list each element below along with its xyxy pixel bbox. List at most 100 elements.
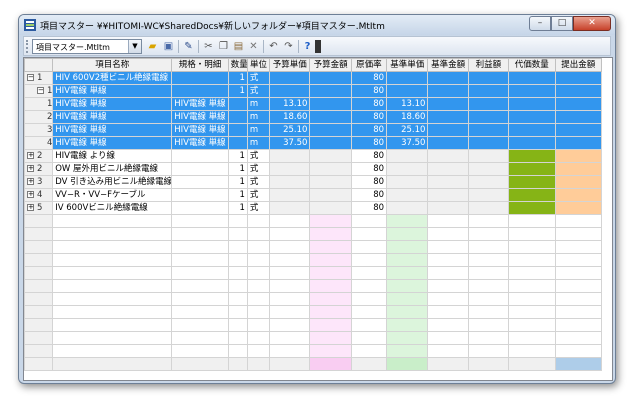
- cell-name[interactable]: [52, 214, 173, 228]
- cell-spec[interactable]: HIV電線 単線: [171, 97, 229, 111]
- cell-genka[interactable]: 80: [350, 110, 388, 124]
- cell-genka[interactable]: 80: [350, 84, 388, 98]
- row-header[interactable]: [24, 227, 54, 241]
- row-header[interactable]: [24, 266, 54, 280]
- cell-genka[interactable]: 80: [350, 149, 388, 163]
- cell-spec[interactable]: [171, 71, 229, 85]
- cell-name[interactable]: VV−R・VV−Fケーブル: [52, 188, 173, 202]
- cell-spec[interactable]: [171, 188, 229, 202]
- cell-kijun-tanka[interactable]: [386, 84, 429, 98]
- cell-rieki[interactable]: [467, 71, 510, 85]
- cell-teishutsu[interactable]: [554, 136, 602, 150]
- cell-teishutsu[interactable]: [554, 123, 602, 137]
- cell-yosan-tanka[interactable]: [269, 214, 311, 228]
- cell-daika[interactable]: [508, 227, 556, 241]
- cell-unit[interactable]: m: [246, 136, 271, 150]
- cell-yosan-tanka[interactable]: [269, 162, 311, 176]
- expand-icon[interactable]: +: [27, 178, 34, 185]
- cell-yosan-tanka[interactable]: [269, 175, 311, 189]
- cell-rieki[interactable]: [467, 331, 510, 345]
- cell-rieki[interactable]: [467, 240, 510, 254]
- expand-icon[interactable]: +: [27, 152, 34, 159]
- cell-unit[interactable]: [246, 240, 271, 254]
- cell-yosan-tanka[interactable]: [269, 240, 311, 254]
- cell-yosan-kingaku[interactable]: [309, 110, 352, 124]
- cell-daika[interactable]: [508, 344, 556, 358]
- cell-qty[interactable]: [227, 214, 248, 228]
- cell-yosan-tanka[interactable]: 13.10: [269, 97, 311, 111]
- cell-kijun-kingaku[interactable]: [427, 227, 469, 241]
- cell-yosan-kingaku[interactable]: [309, 266, 352, 280]
- close-button[interactable]: ✕: [573, 16, 611, 31]
- cell-yosan-kingaku[interactable]: [309, 136, 352, 150]
- row-header[interactable]: [24, 240, 54, 254]
- cell-name[interactable]: HIV電線 単線: [52, 136, 173, 150]
- redo-icon[interactable]: ↷: [282, 40, 295, 53]
- cell-qty[interactable]: [227, 97, 248, 111]
- cell-yosan-tanka[interactable]: [269, 331, 311, 345]
- cell-teishutsu[interactable]: [554, 318, 602, 332]
- row-header[interactable]: +3: [24, 175, 54, 189]
- cell-teishutsu[interactable]: [554, 110, 602, 124]
- col-header-qty[interactable]: 数量: [227, 58, 248, 72]
- cell-teishutsu[interactable]: [554, 305, 602, 319]
- cell-rieki[interactable]: [467, 162, 510, 176]
- cell-unit[interactable]: 式: [246, 188, 271, 202]
- cell-yosan-kingaku[interactable]: [309, 214, 352, 228]
- cell-rieki[interactable]: [467, 253, 510, 267]
- cell-yosan-kingaku[interactable]: [309, 149, 352, 163]
- col-header-yosan-kingaku[interactable]: 予算金額: [309, 58, 352, 72]
- cell-rieki[interactable]: [467, 214, 510, 228]
- empty-row[interactable]: [24, 331, 602, 345]
- save-icon[interactable]: ▣: [162, 40, 175, 53]
- col-header-teishutsu[interactable]: 提出金額: [554, 58, 602, 72]
- cell-unit[interactable]: [246, 305, 271, 319]
- row-header[interactable]: +2: [24, 149, 54, 163]
- cell-kijun-tanka[interactable]: [386, 305, 429, 319]
- cell-genka[interactable]: [350, 279, 388, 293]
- cell-spec[interactable]: [171, 214, 229, 228]
- cell-teishutsu[interactable]: [554, 84, 602, 98]
- cell-kijun-kingaku[interactable]: [427, 253, 469, 267]
- cell-yosan-kingaku[interactable]: [309, 240, 352, 254]
- cell-kijun-kingaku[interactable]: [427, 84, 469, 98]
- row-header[interactable]: [24, 344, 54, 358]
- cell-kijun-tanka[interactable]: [386, 162, 429, 176]
- cell-rieki[interactable]: [467, 201, 510, 215]
- cell-kijun-kingaku[interactable]: [427, 110, 469, 124]
- cell-daika[interactable]: [508, 97, 556, 111]
- cell-unit[interactable]: [246, 331, 271, 345]
- cell-genka[interactable]: [350, 331, 388, 345]
- cell-kijun-tanka[interactable]: [386, 331, 429, 345]
- cell-unit[interactable]: [246, 266, 271, 280]
- cell-genka[interactable]: 80: [350, 71, 388, 85]
- cell-unit[interactable]: m: [246, 110, 271, 124]
- empty-row[interactable]: [24, 305, 602, 319]
- cell-unit[interactable]: 式: [246, 149, 271, 163]
- table-row[interactable]: 3 HIV電線 単線 HIV電線 単線 m 25.10 80 25.10: [24, 123, 602, 137]
- cell-spec[interactable]: HIV電線 単線: [171, 110, 229, 124]
- cell-yosan-kingaku[interactable]: [309, 331, 352, 345]
- cell-yosan-kingaku[interactable]: [309, 162, 352, 176]
- cell-genka[interactable]: [350, 214, 388, 228]
- empty-row[interactable]: [24, 344, 602, 358]
- empty-row[interactable]: [24, 253, 602, 267]
- cell-name[interactable]: HIV電線 単線: [52, 84, 173, 98]
- cell-spec[interactable]: [171, 162, 229, 176]
- cell-name[interactable]: HIV 600V2種ビニル絶縁電線: [52, 71, 173, 85]
- cell-genka[interactable]: [350, 227, 388, 241]
- cell-kijun-kingaku[interactable]: [427, 188, 469, 202]
- copy-icon[interactable]: ❐: [217, 40, 230, 53]
- cell-qty[interactable]: 1: [227, 188, 248, 202]
- cell-rieki[interactable]: [467, 149, 510, 163]
- cell-teishutsu[interactable]: [554, 344, 602, 358]
- cell-spec[interactable]: [171, 292, 229, 306]
- cell-yosan-kingaku[interactable]: [309, 227, 352, 241]
- cell-kijun-tanka[interactable]: 37.50: [386, 136, 429, 150]
- cell-kijun-tanka[interactable]: [386, 71, 429, 85]
- cell-teishutsu[interactable]: [554, 97, 602, 111]
- toolbar-grip[interactable]: [26, 40, 29, 53]
- col-header-yosan-tanka[interactable]: 予算単価: [269, 58, 311, 72]
- row-header[interactable]: −1: [24, 84, 54, 98]
- cell-yosan-kingaku[interactable]: [309, 97, 352, 111]
